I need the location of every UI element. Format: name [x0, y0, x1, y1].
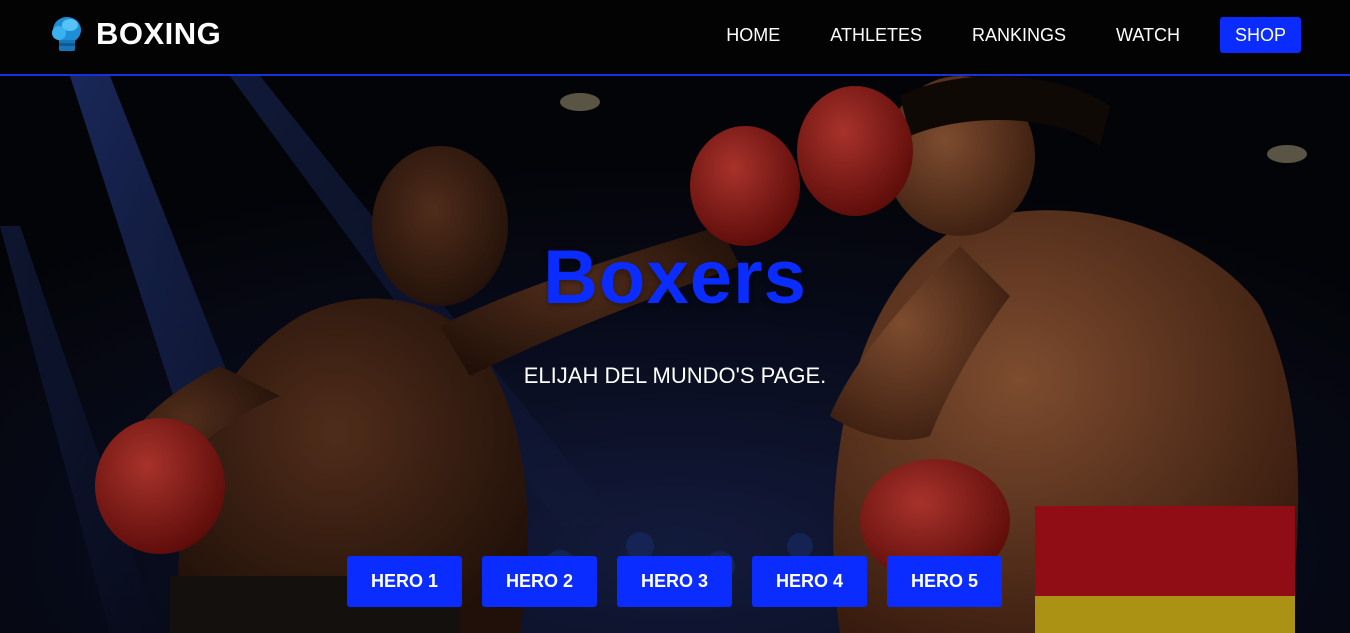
- hero-3-button[interactable]: HERO 3: [617, 556, 732, 607]
- hero-subtitle: ELIJAH DEL MUNDO'S PAGE.: [523, 363, 827, 388]
- shop-button[interactable]: SHOP: [1219, 17, 1301, 53]
- hero-title: Boxers: [543, 235, 807, 320]
- boxing-glove-icon: [52, 17, 81, 51]
- top-navbar: BOXING HOME ATHLETES RANKINGS WATCH SHOP: [0, 0, 1350, 76]
- nav-athletes[interactable]: ATHLETES: [830, 17, 922, 53]
- hero-1-button[interactable]: HERO 1: [347, 556, 462, 607]
- hero-2-button[interactable]: HERO 2: [482, 556, 597, 607]
- nav-watch[interactable]: WATCH: [1116, 17, 1180, 53]
- brand[interactable]: BOXING: [50, 14, 221, 54]
- hero-4-button[interactable]: HERO 4: [752, 556, 867, 607]
- hero-section: Boxers ELIJAH DEL MUNDO'S PAGE. HERO 1 H…: [0, 76, 1350, 633]
- nav-home[interactable]: HOME: [726, 17, 780, 53]
- main-nav: HOME ATHLETES RANKINGS WATCH SHOP: [726, 17, 1301, 53]
- hero-5-button[interactable]: HERO 5: [887, 556, 1002, 607]
- page: BOXING HOME ATHLETES RANKINGS WATCH SHOP: [0, 0, 1350, 633]
- hero-button-group: HERO 1 HERO 2 HERO 3 HERO 4 HERO 5: [347, 556, 1002, 607]
- brand-name: BOXING: [96, 16, 222, 51]
- nav-rankings[interactable]: RANKINGS: [972, 17, 1066, 53]
- hero-background-image: [0, 76, 1350, 633]
